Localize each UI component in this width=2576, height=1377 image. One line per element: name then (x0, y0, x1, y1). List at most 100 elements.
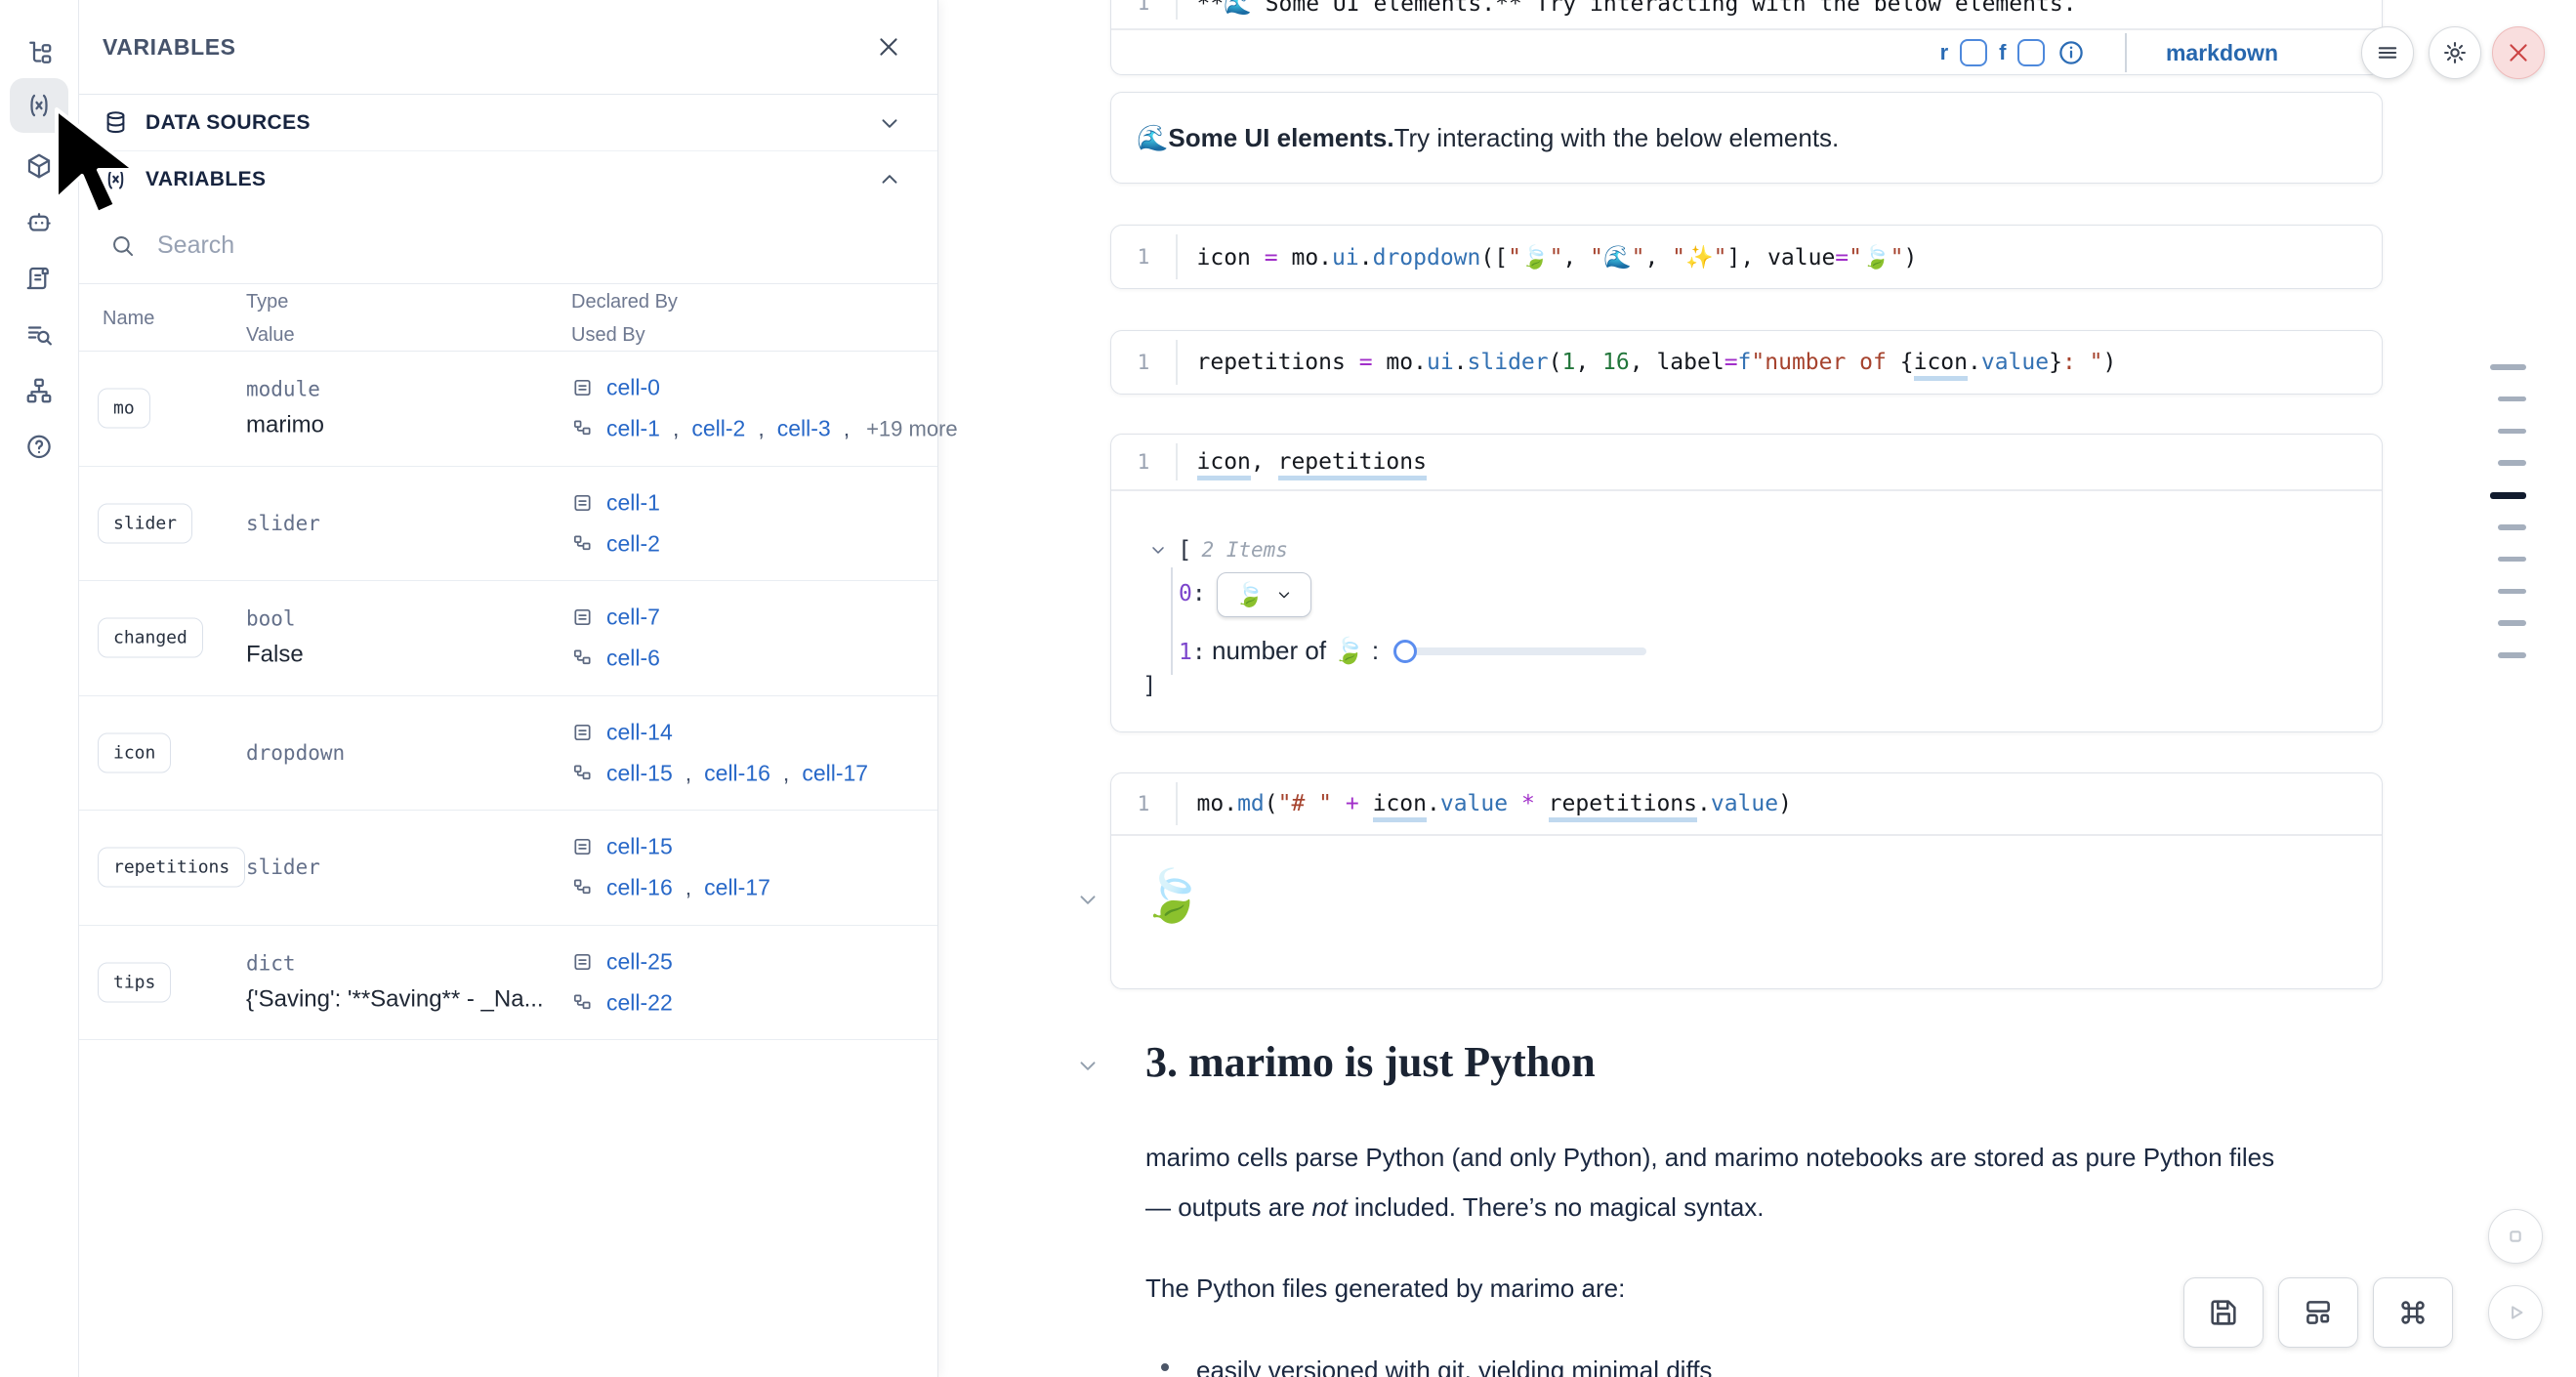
variable-row: repetitionsslidercell-15cell-16,cell-17 (79, 811, 937, 926)
code-editor[interactable]: 1repetitions = mo.ui.slider(1, 16, label… (1111, 331, 2382, 394)
tree-output: [2 Items0:🍃1:number of 🍃 :] (1111, 491, 2382, 733)
section-variables[interactable]: VARIABLES (79, 151, 937, 207)
activity-variables[interactable] (10, 78, 68, 133)
minimap-mark[interactable] (2498, 620, 2526, 626)
robot-icon (24, 208, 54, 237)
col-declared-used: Declared ByUsed By (571, 285, 678, 352)
variable-type: bool (246, 607, 304, 631)
cell-link[interactable]: cell-15 (606, 760, 673, 786)
keyboard-shortcuts-button[interactable] (2373, 1277, 2453, 1348)
line-number: 1 (1111, 792, 1176, 815)
cell-link[interactable]: cell-22 (606, 989, 673, 1016)
cell-link[interactable]: cell-16 (606, 875, 673, 901)
declared-by-icon (571, 491, 594, 514)
slider-thumb[interactable] (1393, 640, 1417, 663)
slider-widget[interactable] (1394, 647, 1646, 655)
activity-logs[interactable] (10, 251, 68, 306)
code-editor[interactable]: 1icon = mo.ui.dropdown(["🍃", "🌊", "✨"], … (1111, 226, 2382, 288)
variable-row: changedboolFalsecell-7cell-6 (79, 581, 937, 696)
activity-file-explorer[interactable] (10, 26, 68, 81)
shutdown-button[interactable] (2492, 26, 2545, 79)
variable-type: slider (246, 855, 320, 879)
cell-link[interactable]: cell-25 (606, 948, 673, 975)
chevron-down-icon[interactable] (877, 110, 902, 136)
chevron-up-icon[interactable] (877, 167, 902, 192)
cell-dropdown[interactable]: 1icon = mo.ui.dropdown(["🍃", "🌊", "✨"], … (1110, 225, 2383, 289)
layout-button[interactable] (2278, 1277, 2358, 1348)
minimap-mark[interactable] (2498, 557, 2526, 563)
toggle-r-checkbox[interactable] (1960, 39, 1987, 66)
cell-link[interactable]: cell-16 (704, 760, 770, 786)
used-by-icon (571, 877, 594, 899)
minimap-mark[interactable] (2498, 396, 2526, 402)
declared-by-icon (571, 606, 594, 629)
code-editor[interactable]: 1**🌊 Some UI elements.** Try interacting… (1111, 0, 2382, 28)
cell-footer: rfmarkdown (1111, 29, 2382, 75)
dropdown-widget[interactable]: 🍃 (1217, 572, 1311, 617)
cell-link[interactable]: cell-1 (606, 489, 660, 516)
activity-snippets[interactable] (10, 308, 68, 362)
save-button[interactable] (2183, 1277, 2264, 1348)
panel-header: VARIABLES (79, 0, 937, 95)
cell-link[interactable]: cell-3 (777, 416, 831, 442)
search-input[interactable] (157, 231, 841, 260)
help-circle-icon (24, 433, 54, 462)
panel-title: VARIABLES (103, 34, 236, 61)
cell-link[interactable]: cell-17 (704, 875, 770, 901)
activity-ai-assistant[interactable] (10, 195, 68, 250)
cell-link[interactable]: cell-15 (606, 834, 673, 860)
cell-link[interactable]: cell-2 (606, 530, 660, 557)
variable-row: tipsdict{'Saving': '**Saving** - _Na...c… (79, 926, 937, 1041)
minimap-mark[interactable] (2498, 652, 2526, 658)
bullet-item: easily versioned with git, yielding mini… (1196, 1346, 1712, 1377)
toggle-f-checkbox[interactable] (2017, 39, 2045, 66)
cell-link[interactable]: cell-17 (802, 760, 868, 786)
minimap-mark[interactable] (2498, 589, 2526, 595)
cell-markdown-source[interactable]: 1**🌊 Some UI elements.** Try interacting… (1110, 0, 2383, 75)
cell-link[interactable]: cell-6 (606, 646, 660, 672)
variables-table-header: Name TypeValue Declared ByUsed By (79, 283, 937, 352)
run-button[interactable] (2488, 1285, 2543, 1340)
cell-link[interactable]: cell-1 (606, 416, 660, 442)
cell-slider[interactable]: 1repetitions = mo.ui.slider(1, 16, label… (1110, 330, 2383, 395)
cell-md-render[interactable]: 1mo.md("# " + icon.value * repetitions.v… (1110, 772, 2383, 989)
item-count: 2 Items (1201, 538, 1288, 562)
more-cells-label: +19 more (866, 416, 958, 441)
section-data-sources[interactable]: DATA SOURCES (79, 95, 937, 151)
cell-link[interactable]: cell-2 (691, 416, 745, 442)
variable-row: sliderslidercell-1cell-2 (79, 467, 937, 582)
collapse-cell-icon[interactable] (1075, 887, 1101, 912)
minimap-mark-active[interactable] (2490, 492, 2526, 499)
minimap-mark[interactable] (2498, 524, 2526, 530)
settings-button[interactable] (2429, 26, 2481, 79)
notebook-menu-button[interactable] (2361, 26, 2414, 79)
chevron-down-icon (1275, 586, 1293, 604)
cell-link[interactable]: cell-14 (606, 719, 673, 745)
info-icon[interactable] (2057, 38, 2086, 67)
cell-link[interactable]: cell-0 (606, 375, 660, 401)
language-button[interactable]: markdown (2166, 40, 2278, 66)
cell-link[interactable]: cell-7 (606, 605, 660, 631)
code-line: mo.md("# " + icon.value * repetitions.va… (1178, 791, 1792, 816)
minimap-mark[interactable] (2498, 429, 2526, 435)
activity-packages[interactable] (10, 139, 68, 193)
close-icon[interactable] (875, 33, 902, 61)
minimap-mark[interactable] (2498, 460, 2526, 466)
bullet-marker (1161, 1363, 1169, 1371)
emoji-output: 🍃 (1141, 871, 1204, 922)
activity-help[interactable] (10, 420, 68, 475)
search-bar (79, 207, 937, 283)
menu-icon (2374, 39, 2401, 66)
section-heading: 3. marimo is just Python (1145, 1037, 1596, 1087)
activity-dependencies[interactable] (10, 363, 68, 418)
code-editor[interactable]: 1mo.md("# " + icon.value * repetitions.v… (1111, 773, 2382, 834)
collapse-section-icon[interactable] (1075, 1053, 1101, 1078)
minimap-mark[interactable] (2490, 364, 2526, 370)
code-line: icon, repetitions (1178, 449, 1427, 475)
section-label: DATA SOURCES (145, 111, 311, 135)
stop-button[interactable] (2488, 1209, 2543, 1264)
cell-expression[interactable]: 1icon, repetitions[2 Items0:🍃1:number of… (1110, 434, 2383, 732)
chevron-down-icon[interactable] (1148, 540, 1168, 560)
code-editor[interactable]: 1icon, repetitions (1111, 435, 2382, 489)
line-number: 1 (1111, 450, 1176, 474)
